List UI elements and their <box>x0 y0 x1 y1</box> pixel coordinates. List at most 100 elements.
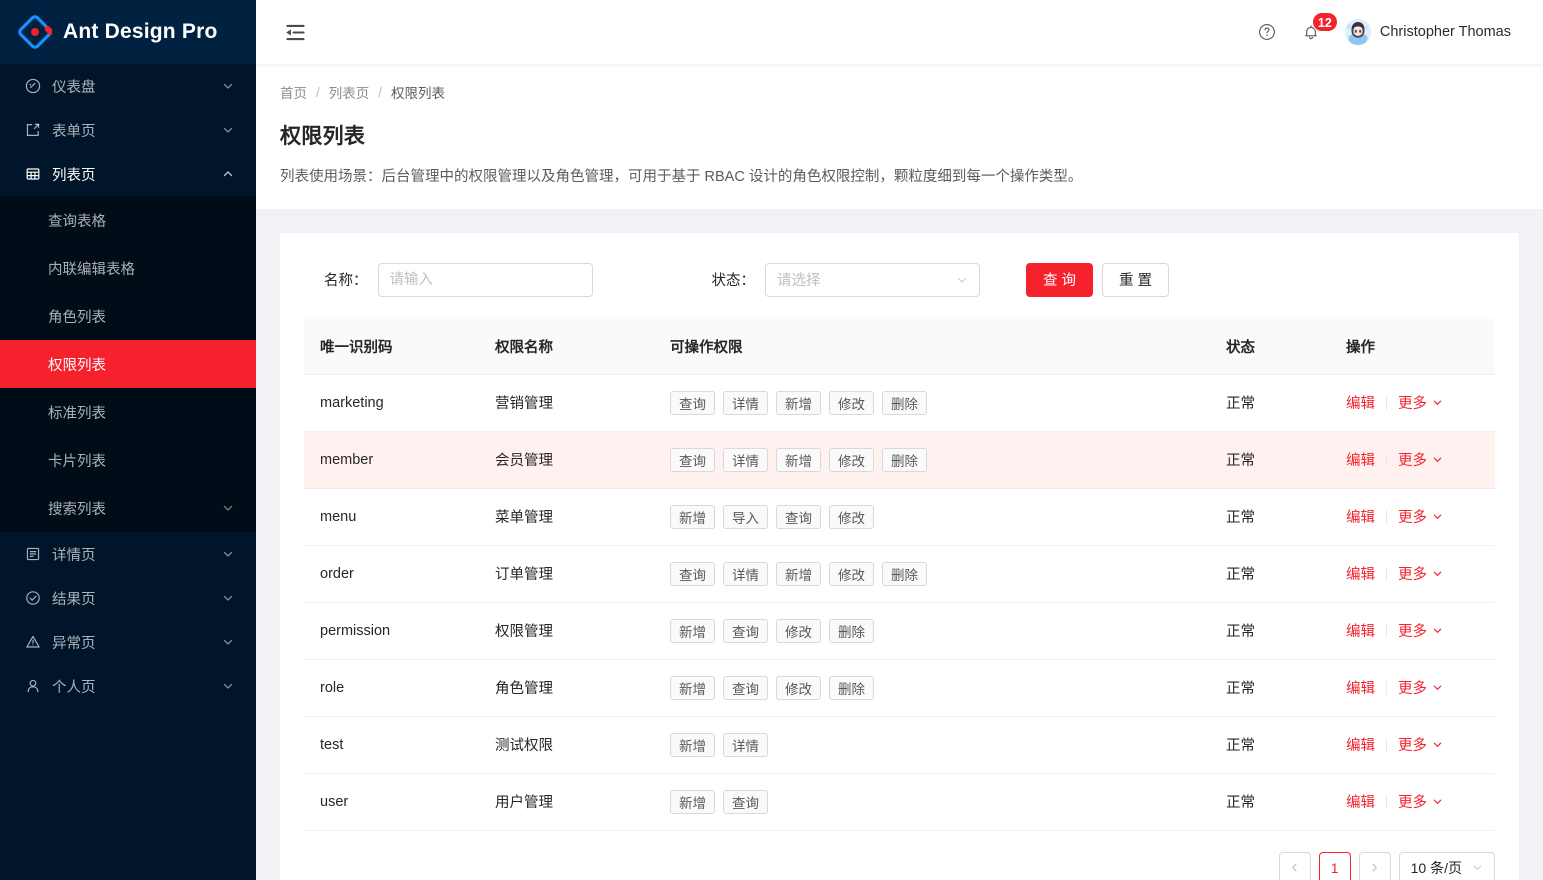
permission-tag[interactable]: 查询 <box>776 504 821 529</box>
sidebar-item-account[interactable]: 个人页 <box>0 664 256 708</box>
table-row[interactable]: test 测试权限 新增 详情 正常 编辑 更多 <box>304 716 1495 774</box>
edit-link[interactable]: 编辑 <box>1346 392 1375 413</box>
permission-tag[interactable]: 查询 <box>670 447 715 472</box>
table-row[interactable]: role 角色管理 新增 查询 修改 删除 正常 编辑 更多 <box>304 659 1495 717</box>
sidebar-item-dashboard[interactable]: 仪表盘 <box>0 64 256 108</box>
permission-tag[interactable]: 新增 <box>670 675 715 700</box>
sidebar-subitem-query-table[interactable]: 查询表格 <box>0 196 256 244</box>
menu-fold-icon[interactable] <box>278 15 312 49</box>
more-dropdown[interactable]: 更多 <box>1398 620 1443 641</box>
permission-tag[interactable]: 详情 <box>723 732 768 757</box>
more-dropdown[interactable]: 更多 <box>1398 506 1443 527</box>
edit-link[interactable]: 编辑 <box>1346 677 1375 698</box>
filter-name-input[interactable] <box>377 262 593 297</box>
table-row[interactable]: permission 权限管理 新增 查询 修改 删除 正常 编辑 更多 <box>304 602 1495 660</box>
permission-tag[interactable]: 修改 <box>829 447 874 472</box>
pagination-prev[interactable] <box>1278 851 1311 880</box>
permission-tag[interactable]: 修改 <box>829 390 874 415</box>
pagination-page-size-select[interactable]: 10 条/页 <box>1398 851 1495 880</box>
sidebar-logo[interactable]: Ant Design Pro <box>0 0 256 64</box>
sidebar-item-form[interactable]: 表单页 <box>0 108 256 152</box>
permission-tag[interactable]: 修改 <box>776 675 821 700</box>
edit-link[interactable]: 编辑 <box>1346 449 1375 470</box>
table-row[interactable]: marketing 营销管理 查询 详情 新增 修改 删除 正常 编辑 更多 <box>304 374 1495 432</box>
permission-tag[interactable]: 删除 <box>829 675 874 700</box>
sidebar-item-result[interactable]: 结果页 <box>0 576 256 620</box>
column-header-code: 唯一识别码 <box>304 318 479 375</box>
permission-tag[interactable]: 详情 <box>723 447 768 472</box>
cell-action: 编辑 更多 <box>1330 773 1495 831</box>
permission-tag[interactable]: 查询 <box>723 675 768 700</box>
table-row[interactable]: user 用户管理 新增 查询 正常 编辑 更多 <box>304 773 1495 831</box>
sidebar-subitem-role-list[interactable]: 角色列表 <box>0 292 256 340</box>
sidebar-subitem-search-list[interactable]: 搜索列表 <box>0 484 256 532</box>
cell-operations: 查询 详情 新增 修改 删除 <box>654 545 1210 603</box>
breadcrumb-item-list[interactable]: 列表页 <box>329 82 370 102</box>
breadcrumb: 首页 / 列表页 / 权限列表 <box>280 82 1543 102</box>
more-dropdown[interactable]: 更多 <box>1398 392 1443 413</box>
table-row[interactable]: member 会员管理 查询 详情 新增 修改 删除 正常 编辑 更多 <box>304 431 1495 489</box>
breadcrumb-item-home[interactable]: 首页 <box>280 82 307 102</box>
permission-tag[interactable]: 删除 <box>882 447 927 472</box>
permission-tag[interactable]: 新增 <box>776 390 821 415</box>
more-dropdown[interactable]: 更多 <box>1398 677 1443 698</box>
sidebar-subitem-inline-edit-table[interactable]: 内联编辑表格 <box>0 244 256 292</box>
sidebar-subitem-label: 内联编辑表格 <box>48 261 135 278</box>
permission-tag[interactable]: 导入 <box>723 504 768 529</box>
permission-tag[interactable]: 新增 <box>776 561 821 586</box>
permission-tag[interactable]: 新增 <box>670 618 715 643</box>
chevron-down-icon <box>222 80 234 92</box>
permission-tag[interactable]: 查询 <box>723 618 768 643</box>
more-dropdown[interactable]: 更多 <box>1398 791 1443 812</box>
sidebar-item-list[interactable]: 列表页 <box>0 152 256 196</box>
permission-tag[interactable]: 新增 <box>670 732 715 757</box>
permission-tag[interactable]: 新增 <box>776 447 821 472</box>
pagination-page-1[interactable]: 1 <box>1318 851 1351 880</box>
permission-tag[interactable]: 修改 <box>829 561 874 586</box>
search-button[interactable]: 查 询 <box>1026 262 1094 297</box>
chevron-down-icon <box>1472 862 1483 873</box>
chevron-down-icon <box>1432 397 1443 408</box>
user-menu[interactable]: Christopher Thomas <box>1333 10 1519 54</box>
sidebar-subitem-permission-list[interactable]: 权限列表 <box>0 340 256 388</box>
filter-status-select[interactable]: 请选择 <box>765 262 980 297</box>
edit-link[interactable]: 编辑 <box>1346 791 1375 812</box>
bell-icon[interactable]: 12 <box>1289 10 1338 54</box>
permission-tag[interactable]: 查询 <box>670 561 715 586</box>
more-dropdown[interactable]: 更多 <box>1398 563 1443 584</box>
more-dropdown[interactable]: 更多 <box>1398 734 1443 755</box>
permission-tag[interactable]: 查询 <box>670 390 715 415</box>
more-dropdown[interactable]: 更多 <box>1398 449 1443 470</box>
sidebar-item-label: 详情页 <box>52 547 96 564</box>
permission-tag[interactable]: 删除 <box>882 390 927 415</box>
sidebar-item-exception[interactable]: 异常页 <box>0 620 256 664</box>
more-label: 更多 <box>1398 510 1427 527</box>
permission-tag[interactable]: 删除 <box>829 618 874 643</box>
sidebar-item-detail[interactable]: 详情页 <box>0 532 256 576</box>
permission-tag[interactable]: 详情 <box>723 561 768 586</box>
reset-button[interactable]: 重 置 <box>1102 262 1170 297</box>
cell-name: 订单管理 <box>479 545 654 603</box>
question-circle-icon[interactable] <box>1245 10 1289 54</box>
table-row[interactable]: menu 菜单管理 新增 导入 查询 修改 正常 编辑 更多 <box>304 488 1495 546</box>
permission-tag[interactable]: 修改 <box>829 504 874 529</box>
permission-tag[interactable]: 删除 <box>882 561 927 586</box>
cell-action: 编辑 更多 <box>1330 374 1495 432</box>
column-header-name: 权限名称 <box>479 318 654 375</box>
permission-tag[interactable]: 查询 <box>723 789 768 814</box>
permission-tag[interactable]: 新增 <box>670 789 715 814</box>
sidebar-subitem-standard-list[interactable]: 标准列表 <box>0 388 256 436</box>
table-row[interactable]: order 订单管理 查询 详情 新增 修改 删除 正常 编辑 更多 <box>304 545 1495 603</box>
edit-link[interactable]: 编辑 <box>1346 506 1375 527</box>
cell-operations: 新增 查询 修改 删除 <box>654 659 1210 717</box>
more-label: 更多 <box>1398 738 1427 755</box>
sidebar-menu: 仪表盘 表单页 列表页 查询表格 内联编辑表格 角色列表 权限列表 标准列表 卡… <box>0 64 256 880</box>
permission-tag[interactable]: 修改 <box>776 618 821 643</box>
edit-link[interactable]: 编辑 <box>1346 734 1375 755</box>
sidebar-subitem-card-list[interactable]: 卡片列表 <box>0 436 256 484</box>
permission-tag[interactable]: 详情 <box>723 390 768 415</box>
pagination-next[interactable] <box>1358 851 1391 880</box>
permission-tag[interactable]: 新增 <box>670 504 715 529</box>
edit-link[interactable]: 编辑 <box>1346 620 1375 641</box>
edit-link[interactable]: 编辑 <box>1346 563 1375 584</box>
